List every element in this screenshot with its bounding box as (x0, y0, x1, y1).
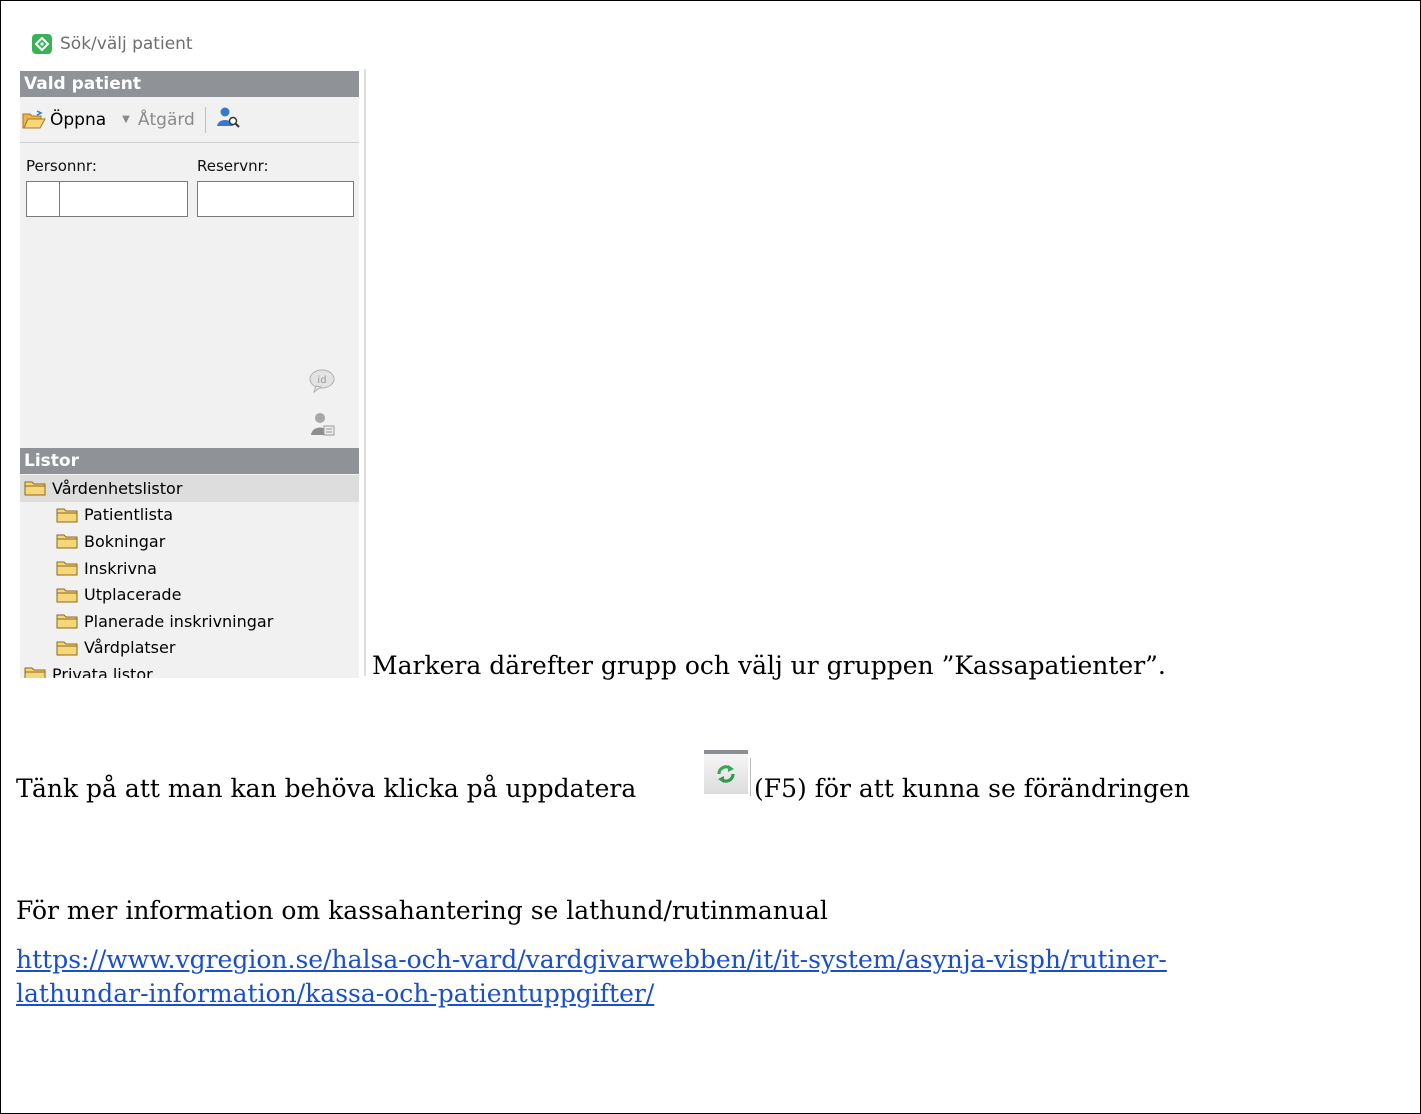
list-item-label: Planerade inskrivningar (84, 611, 274, 631)
folder-icon (24, 667, 46, 678)
toolbar-divider (204, 106, 206, 133)
folder-icon (24, 481, 46, 496)
patient-panel: Vald patient Öppna ▼ Åtgärd Personnr: Re… (20, 71, 359, 678)
app-header: Sök/välj patient (32, 31, 193, 57)
svg-text:id: id (317, 375, 326, 386)
id-speech-bubble-icon[interactable]: id (308, 367, 336, 399)
list-item[interactable]: Bokningar (20, 528, 359, 555)
tree-root-label: Vårdenhetslistor (52, 478, 183, 498)
personnr-label: Personnr: (26, 157, 97, 175)
open-button[interactable]: Öppna (22, 110, 106, 130)
refresh-instruction-before: Tänk på att man kan behöva klicka på upp… (16, 774, 637, 803)
action-dropdown[interactable]: ▼ Åtgärd (122, 110, 195, 130)
manual-link-line1[interactable]: https://www.vgregion.se/halsa-och-vard/v… (16, 945, 1167, 975)
personnr-century-field[interactable] (26, 181, 60, 217)
selected-patient-header: Vald patient (20, 71, 359, 97)
list-item[interactable]: Vårdplatser (20, 635, 359, 662)
tree-root-privata-listor[interactable]: Privata listor (20, 661, 359, 678)
list-item-label: Patientlista (84, 505, 174, 525)
folder-icon (56, 508, 78, 523)
open-label: Öppna (50, 109, 107, 130)
panel-divider (364, 69, 366, 676)
tree-root-vardenhetslistor[interactable]: Vårdenhetslistor (20, 475, 359, 502)
personnr-field[interactable] (59, 181, 188, 217)
refresh-instruction-after: (F5) för att kunna se förändringen (754, 774, 1190, 803)
open-folder-icon (22, 109, 46, 128)
more-info-text: För mer information om kassahantering se… (16, 896, 828, 925)
list-item-label: Vårdplatser (84, 638, 176, 658)
lists-tree: Vårdenhetslistor Patientlista Bokningar … (20, 475, 359, 678)
reservnr-field[interactable] (197, 181, 354, 217)
person-details-icon[interactable] (310, 411, 336, 441)
app-logo-icon (32, 34, 52, 54)
folder-icon (56, 588, 78, 603)
instruction-text: Markera därefter grupp och välj ur grupp… (372, 651, 1166, 680)
refresh-button[interactable] (704, 750, 751, 796)
refresh-icon (717, 765, 735, 783)
list-item[interactable]: Utplacerade (20, 581, 359, 608)
app-title: Sök/välj patient (60, 34, 193, 54)
list-item-label: Bokningar (84, 531, 166, 551)
folder-icon (56, 614, 78, 629)
manual-link-line2[interactable]: lathundar-information/kassa-och-patientu… (16, 979, 654, 1009)
list-item-label: Utplacerade (84, 585, 182, 605)
lists-header: Listor (20, 448, 359, 474)
search-person-icon[interactable] (216, 105, 240, 134)
folder-icon (56, 641, 78, 656)
list-item[interactable]: Planerade inskrivningar (20, 608, 359, 635)
chevron-down-icon: ▼ (122, 114, 130, 125)
list-item[interactable]: Patientlista (20, 502, 359, 529)
tree-root-label: Privata listor (52, 664, 153, 678)
patient-toolbar: Öppna ▼ Åtgärd (20, 97, 359, 143)
folder-icon (56, 534, 78, 549)
action-label: Åtgärd (137, 109, 195, 130)
reservnr-label: Reservnr: (197, 157, 269, 175)
list-item-label: Inskrivna (84, 558, 157, 578)
list-item[interactable]: Inskrivna (20, 555, 359, 582)
folder-icon (56, 561, 78, 576)
